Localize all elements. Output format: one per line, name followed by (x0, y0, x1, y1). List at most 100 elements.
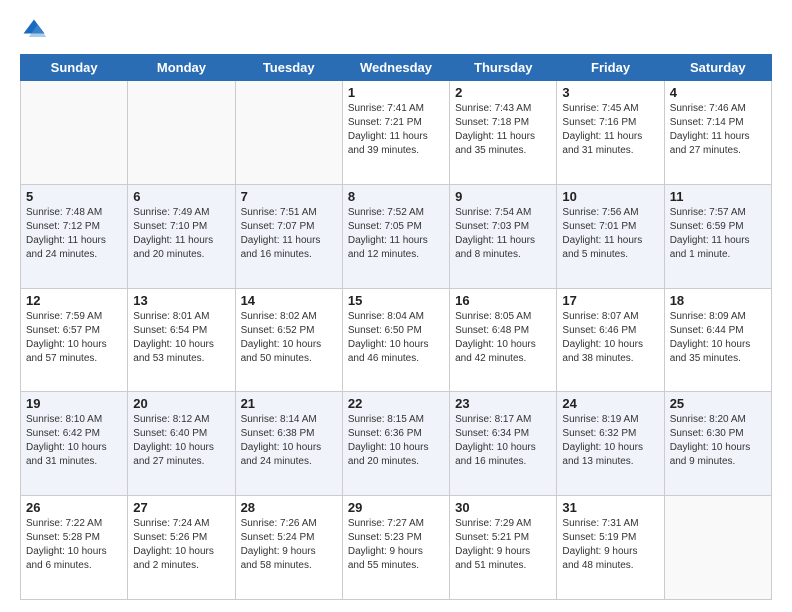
day-number: 15 (348, 293, 444, 308)
calendar-day-cell: 4 Sunrise: 7:46 AM Sunset: 7:14 PM Daylig… (664, 81, 771, 185)
day-info: Sunrise: 7:22 AM Sunset: 5:28 PM Dayligh… (26, 517, 122, 573)
calendar-day-cell: 27 Sunrise: 7:24 AM Sunset: 5:26 PM Dayli… (128, 496, 235, 600)
day-info: Sunrise: 8:02 AM Sunset: 6:52 PM Dayligh… (241, 310, 337, 366)
calendar-day-cell: 3 Sunrise: 7:45 AM Sunset: 7:16 PM Daylig… (557, 81, 664, 185)
calendar-week-row: 12 Sunrise: 7:59 AM Sunset: 6:57 PM Dayli… (21, 288, 772, 392)
logo (20, 16, 52, 44)
calendar-day-cell: 29 Sunrise: 7:27 AM Sunset: 5:23 PM Dayli… (342, 496, 449, 600)
day-number: 18 (670, 293, 766, 308)
day-number: 1 (348, 85, 444, 100)
calendar-day-cell: 11Sunrise: 7:57 AM Sunset: 6:59 PM Dayli… (664, 184, 771, 288)
day-number: 28 (241, 500, 337, 515)
day-info: Sunrise: 7:29 AM Sunset: 5:21 PM Dayligh… (455, 517, 551, 573)
day-number: 25 (670, 396, 766, 411)
calendar-day-cell: 31 Sunrise: 7:31 AM Sunset: 5:19 PM Dayli… (557, 496, 664, 600)
day-info: Sunrise: 7:27 AM Sunset: 5:23 PM Dayligh… (348, 517, 444, 573)
day-number: 6 (133, 189, 229, 204)
day-number: 16 (455, 293, 551, 308)
day-number: 4 (670, 85, 766, 100)
day-number: 30 (455, 500, 551, 515)
day-number: 5 (26, 189, 122, 204)
calendar-day-cell: 22 Sunrise: 8:15 AM Sunset: 6:36 PM Dayli… (342, 392, 449, 496)
day-info: Sunrise: 7:54 AM Sunset: 7:03 PM Dayligh… (455, 206, 551, 262)
calendar-day-cell: 13Sunrise: 8:01 AM Sunset: 6:54 PM Dayli… (128, 288, 235, 392)
day-info: Sunrise: 8:15 AM Sunset: 6:36 PM Dayligh… (348, 413, 444, 469)
day-number: 27 (133, 500, 229, 515)
calendar-day-cell: 15 Sunrise: 8:04 AM Sunset: 6:50 PM Dayli… (342, 288, 449, 392)
day-info: Sunrise: 7:46 AM Sunset: 7:14 PM Dayligh… (670, 102, 766, 158)
calendar-day-cell: 18Sunrise: 8:09 AM Sunset: 6:44 PM Dayli… (664, 288, 771, 392)
day-info: Sunrise: 8:19 AM Sunset: 6:32 PM Dayligh… (562, 413, 658, 469)
day-info: Sunrise: 7:56 AM Sunset: 7:01 PM Dayligh… (562, 206, 658, 262)
calendar-day-cell: 19Sunrise: 8:10 AM Sunset: 6:42 PM Dayli… (21, 392, 128, 496)
day-info: Sunrise: 7:52 AM Sunset: 7:05 PM Dayligh… (348, 206, 444, 262)
page: SundayMondayTuesdayWednesdayThursdayFrid… (0, 0, 792, 612)
day-info: Sunrise: 8:17 AM Sunset: 6:34 PM Dayligh… (455, 413, 551, 469)
calendar-day-cell: 1 Sunrise: 7:41 AM Sunset: 7:21 PM Daylig… (342, 81, 449, 185)
calendar-week-row: 1 Sunrise: 7:41 AM Sunset: 7:21 PM Daylig… (21, 81, 772, 185)
day-number: 2 (455, 85, 551, 100)
calendar-day-cell: 7 Sunrise: 7:51 AM Sunset: 7:07 PM Daylig… (235, 184, 342, 288)
calendar-day-cell: 5 Sunrise: 7:48 AM Sunset: 7:12 PM Daylig… (21, 184, 128, 288)
weekday-header-sunday: Sunday (21, 55, 128, 81)
calendar-body: 1 Sunrise: 7:41 AM Sunset: 7:21 PM Daylig… (21, 81, 772, 600)
day-number: 10 (562, 189, 658, 204)
calendar-day-cell: 8 Sunrise: 7:52 AM Sunset: 7:05 PM Daylig… (342, 184, 449, 288)
day-info: Sunrise: 8:07 AM Sunset: 6:46 PM Dayligh… (562, 310, 658, 366)
calendar-day-cell: 24 Sunrise: 8:19 AM Sunset: 6:32 PM Dayli… (557, 392, 664, 496)
day-number: 17 (562, 293, 658, 308)
calendar-header: SundayMondayTuesdayWednesdayThursdayFrid… (21, 55, 772, 81)
day-info: Sunrise: 8:10 AM Sunset: 6:42 PM Dayligh… (26, 413, 122, 469)
calendar-week-row: 26 Sunrise: 7:22 AM Sunset: 5:28 PM Dayli… (21, 496, 772, 600)
weekday-header-friday: Friday (557, 55, 664, 81)
logo-icon (20, 16, 48, 44)
calendar-day-cell: 9Sunrise: 7:54 AM Sunset: 7:03 PM Daylig… (450, 184, 557, 288)
day-info: Sunrise: 8:05 AM Sunset: 6:48 PM Dayligh… (455, 310, 551, 366)
calendar-day-cell: 21Sunrise: 8:14 AM Sunset: 6:38 PM Dayli… (235, 392, 342, 496)
day-info: Sunrise: 8:04 AM Sunset: 6:50 PM Dayligh… (348, 310, 444, 366)
day-info: Sunrise: 8:14 AM Sunset: 6:38 PM Dayligh… (241, 413, 337, 469)
day-info: Sunrise: 8:01 AM Sunset: 6:54 PM Dayligh… (133, 310, 229, 366)
day-number: 31 (562, 500, 658, 515)
calendar-day-cell (21, 81, 128, 185)
day-number: 22 (348, 396, 444, 411)
day-number: 3 (562, 85, 658, 100)
day-number: 14 (241, 293, 337, 308)
day-number: 26 (26, 500, 122, 515)
day-info: Sunrise: 7:43 AM Sunset: 7:18 PM Dayligh… (455, 102, 551, 158)
calendar-day-cell: 30 Sunrise: 7:29 AM Sunset: 5:21 PM Dayli… (450, 496, 557, 600)
day-number: 8 (348, 189, 444, 204)
day-number: 24 (562, 396, 658, 411)
calendar-day-cell (235, 81, 342, 185)
calendar-day-cell: 28 Sunrise: 7:26 AM Sunset: 5:24 PM Dayli… (235, 496, 342, 600)
day-info: Sunrise: 7:26 AM Sunset: 5:24 PM Dayligh… (241, 517, 337, 573)
calendar-day-cell: 23 Sunrise: 8:17 AM Sunset: 6:34 PM Dayli… (450, 392, 557, 496)
weekday-header-thursday: Thursday (450, 55, 557, 81)
day-info: Sunrise: 8:20 AM Sunset: 6:30 PM Dayligh… (670, 413, 766, 469)
day-number: 29 (348, 500, 444, 515)
day-info: Sunrise: 7:59 AM Sunset: 6:57 PM Dayligh… (26, 310, 122, 366)
day-info: Sunrise: 7:24 AM Sunset: 5:26 PM Dayligh… (133, 517, 229, 573)
calendar-day-cell: 10 Sunrise: 7:56 AM Sunset: 7:01 PM Dayli… (557, 184, 664, 288)
day-info: Sunrise: 7:49 AM Sunset: 7:10 PM Dayligh… (133, 206, 229, 262)
day-number: 7 (241, 189, 337, 204)
weekday-header-monday: Monday (128, 55, 235, 81)
day-info: Sunrise: 7:31 AM Sunset: 5:19 PM Dayligh… (562, 517, 658, 573)
calendar-week-row: 19Sunrise: 8:10 AM Sunset: 6:42 PM Dayli… (21, 392, 772, 496)
calendar-day-cell: 20Sunrise: 8:12 AM Sunset: 6:40 PM Dayli… (128, 392, 235, 496)
day-number: 12 (26, 293, 122, 308)
calendar-day-cell: 17 Sunrise: 8:07 AM Sunset: 6:46 PM Dayli… (557, 288, 664, 392)
weekday-header-row: SundayMondayTuesdayWednesdayThursdayFrid… (21, 55, 772, 81)
day-info: Sunrise: 7:51 AM Sunset: 7:07 PM Dayligh… (241, 206, 337, 262)
day-number: 23 (455, 396, 551, 411)
calendar-day-cell: 14 Sunrise: 8:02 AM Sunset: 6:52 PM Dayli… (235, 288, 342, 392)
calendar-day-cell: 12 Sunrise: 7:59 AM Sunset: 6:57 PM Dayli… (21, 288, 128, 392)
day-info: Sunrise: 7:41 AM Sunset: 7:21 PM Dayligh… (348, 102, 444, 158)
day-info: Sunrise: 7:57 AM Sunset: 6:59 PM Dayligh… (670, 206, 766, 262)
calendar-day-cell: 25 Sunrise: 8:20 AM Sunset: 6:30 PM Dayli… (664, 392, 771, 496)
calendar-day-cell (664, 496, 771, 600)
day-info: Sunrise: 7:48 AM Sunset: 7:12 PM Dayligh… (26, 206, 122, 262)
weekday-header-saturday: Saturday (664, 55, 771, 81)
calendar-week-row: 5 Sunrise: 7:48 AM Sunset: 7:12 PM Daylig… (21, 184, 772, 288)
day-info: Sunrise: 7:45 AM Sunset: 7:16 PM Dayligh… (562, 102, 658, 158)
